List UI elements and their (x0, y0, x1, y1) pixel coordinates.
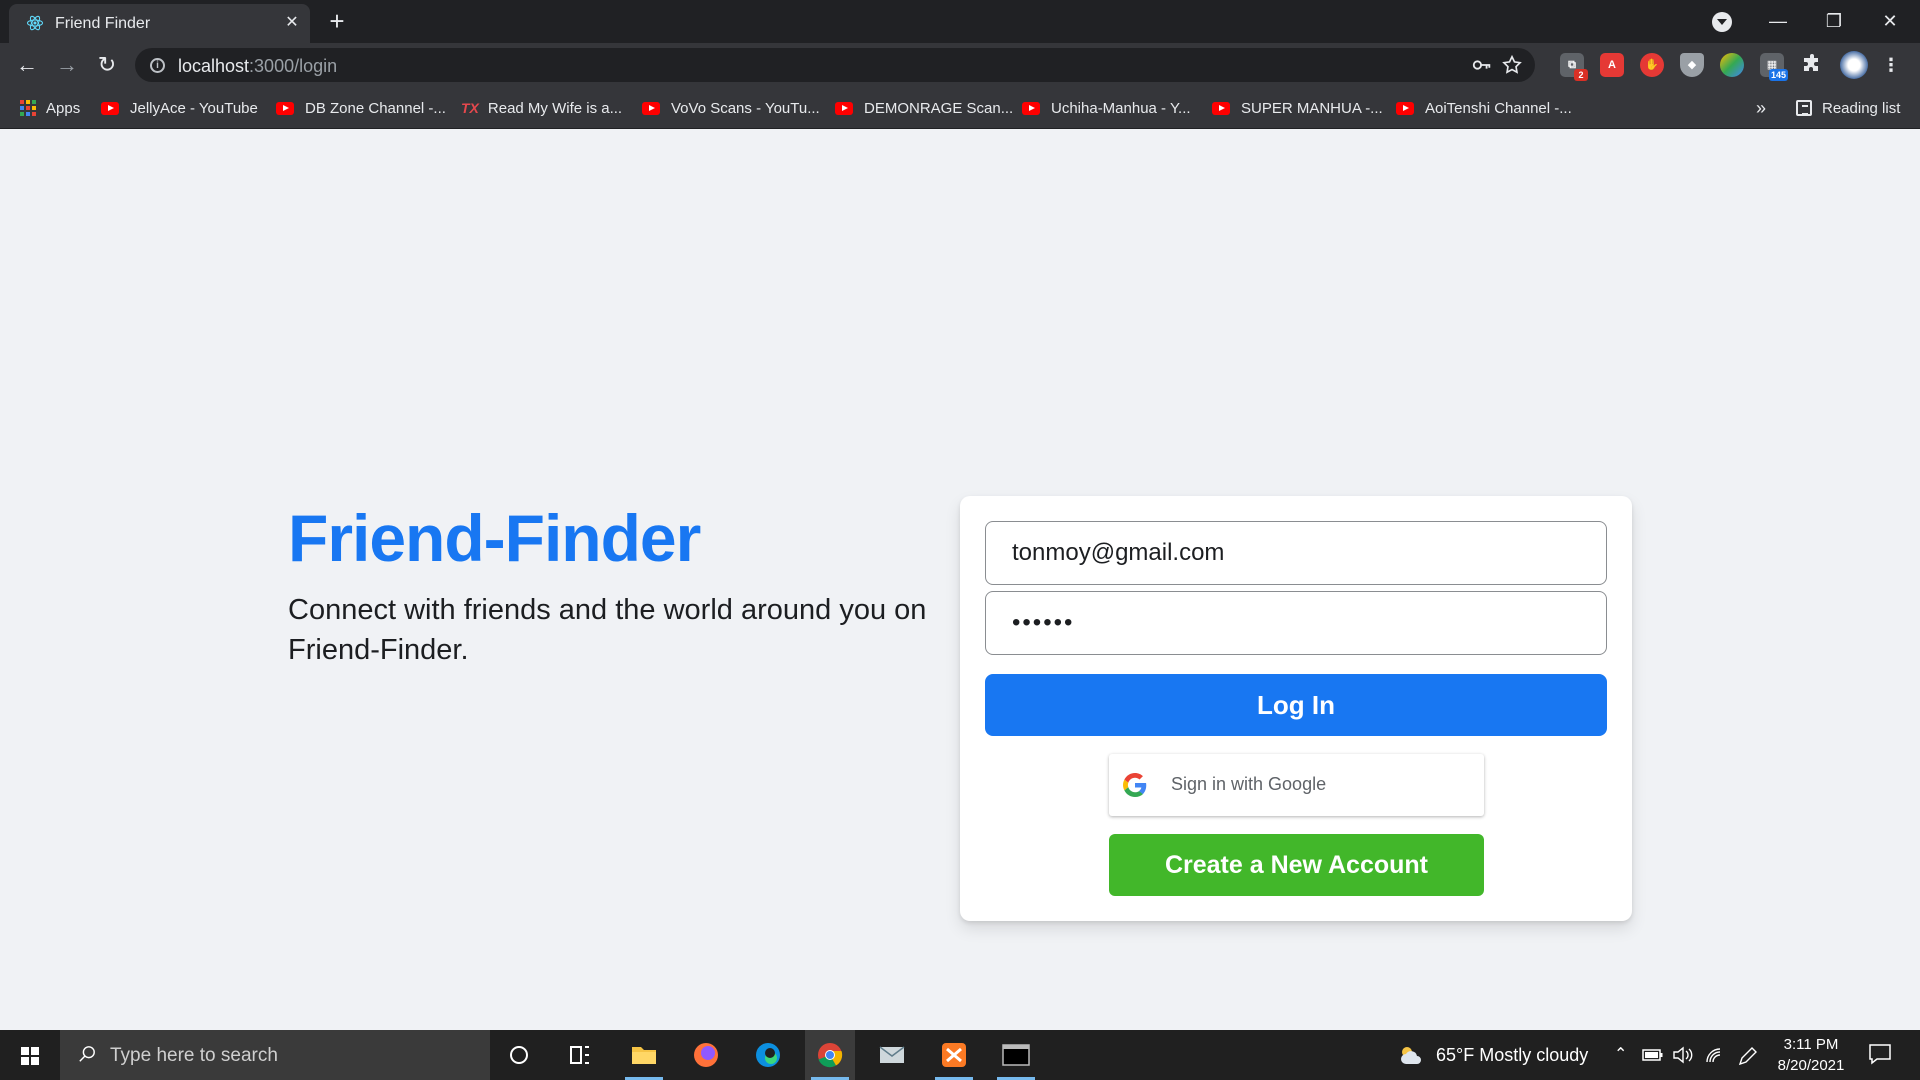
pen-icon[interactable] (1736, 1046, 1758, 1066)
bookmark-item[interactable]: DEMONRAGE Scan... (835, 97, 1013, 119)
colorful-ext-icon[interactable] (1720, 53, 1744, 77)
react-icon (26, 15, 44, 31)
extension-badge-icon[interactable]: ⧉ 2 (1560, 53, 1588, 81)
bookmark-item[interactable]: Uchiha-Manhua - Y... (1022, 97, 1191, 119)
browser-tab[interactable]: Friend Finder ✕ (9, 4, 310, 43)
youtube-icon (835, 101, 853, 115)
file-explorer-icon[interactable] (619, 1030, 669, 1080)
login-card: Log In Sign in with Google Create a New … (960, 496, 1632, 921)
url-text[interactable]: localhost:3000/login (178, 56, 337, 77)
bookmark-item[interactable]: AoiTenshi Channel -... (1396, 97, 1572, 119)
task-view-icon[interactable] (555, 1030, 605, 1080)
reading-list-label: Reading list (1822, 99, 1901, 117)
back-button[interactable]: ← (12, 50, 42, 80)
minimize-button[interactable]: — (1758, 6, 1798, 36)
wifi-icon[interactable] (1704, 1046, 1726, 1064)
bookmark-item[interactable]: JellyAce - YouTube (101, 97, 258, 119)
bookmark-label: Apps (46, 99, 81, 117)
bookmark-label: Uchiha-Manhua - Y... (1051, 99, 1191, 117)
xampp-icon[interactable] (929, 1030, 979, 1080)
tab-title: Friend Finder (55, 15, 151, 32)
bookmark-item[interactable]: DB Zone Channel -... (276, 97, 446, 119)
site-info-icon[interactable]: i (150, 58, 165, 73)
bookmark-label: JellyAce - YouTube (130, 99, 258, 117)
battery-icon[interactable] (1642, 1047, 1664, 1063)
clock-time: 3:11 PM (1783, 1036, 1839, 1053)
brand-title: Friend-Finder (288, 501, 701, 575)
cortana-icon[interactable] (494, 1030, 544, 1080)
bookmark-apps[interactable]: Apps (20, 97, 80, 119)
youtube-icon (1212, 101, 1230, 115)
adblock-icon[interactable]: ✋ (1640, 53, 1664, 77)
bookmarks-overflow-button[interactable]: » (1756, 97, 1766, 119)
forward-button[interactable]: → (52, 50, 82, 80)
mail-app-icon[interactable] (867, 1030, 917, 1080)
reading-list-button[interactable]: Reading list (1796, 97, 1900, 119)
browser-titlebar: Friend Finder ✕ + — ❐ ✕ (0, 0, 1920, 43)
reading-list-icon (1796, 100, 1812, 116)
login-button[interactable]: Log In (985, 674, 1607, 736)
restore-button[interactable]: ❐ (1814, 6, 1854, 36)
browser-toolbar: ← → ↻ i localhost:3000/login ⧉ 2 A ✋ ◆ ▦ 1… (0, 43, 1920, 87)
apps-grid-icon (20, 100, 36, 116)
page-content: Friend-Finder Connect with friends and t… (0, 129, 1920, 1029)
bookmark-label: SUPER MANHUA -... (1241, 99, 1383, 117)
edge-icon[interactable] (743, 1030, 793, 1080)
cloud-sun-icon (1401, 1047, 1421, 1064)
bookmark-item[interactable]: TX Read My Wife is a... (461, 97, 622, 119)
search-icon (79, 1046, 95, 1062)
google-signin-label: Sign in with Google (1171, 774, 1327, 794)
bookmark-label: Read My Wife is a... (487, 99, 623, 117)
password-field[interactable] (985, 591, 1607, 655)
email-field[interactable] (985, 521, 1607, 585)
chrome-icon[interactable] (805, 1030, 855, 1080)
youtube-icon (101, 101, 119, 115)
youtube-icon (1022, 101, 1040, 115)
google-icon (1123, 773, 1147, 797)
volume-icon[interactable] (1672, 1046, 1694, 1064)
close-tab-icon[interactable]: ✕ (281, 12, 303, 34)
create-account-button[interactable]: Create a New Account (1109, 834, 1484, 896)
taskbar: Type here to search 65°F Mostly cloudy ⌃ (0, 1030, 1920, 1080)
star-icon[interactable] (1501, 54, 1523, 76)
acrobat-icon[interactable]: A (1600, 53, 1624, 77)
bookmark-label: VoVo Scans - YouTu... (671, 99, 820, 117)
key-icon[interactable] (1471, 54, 1493, 76)
system-clock[interactable]: 3:11 PM 8/20/2021 (1768, 1034, 1854, 1076)
shield-icon[interactable]: ◆ (1680, 53, 1704, 77)
youtube-icon (642, 101, 660, 115)
search-placeholder: Type here to search (110, 1045, 278, 1066)
bookmark-item[interactable]: VoVo Scans - YouTu... (642, 97, 820, 119)
bookmarks-bar: Apps JellyAce - YouTube DB Zone Channel … (0, 87, 1920, 129)
tab-search-icon[interactable] (1712, 12, 1732, 32)
tagline: Connect with friends and the world aroun… (288, 594, 927, 666)
bookmark-label: DEMONRAGE Scan... (864, 99, 1014, 117)
calendar-ext-icon[interactable]: ▦ 145 (1760, 53, 1788, 81)
puzzle-icon[interactable] (1800, 53, 1824, 77)
tx-site-icon: TX (461, 100, 479, 116)
bookmark-item[interactable]: SUPER MANHUA -... (1212, 97, 1383, 119)
clock-date: 8/20/2021 (1777, 1057, 1845, 1074)
new-tab-button[interactable]: + (324, 8, 350, 35)
weather-widget[interactable]: 65°F Mostly cloudy (1398, 1044, 1588, 1066)
bookmark-label: AoiTenshi Channel -... (1425, 99, 1572, 117)
terminal-icon[interactable] (991, 1030, 1041, 1080)
bookmark-label: DB Zone Channel -... (305, 99, 446, 117)
address-bar[interactable]: i localhost:3000/login (135, 48, 1535, 82)
chevron-up-icon[interactable]: ⌃ (1614, 1044, 1627, 1064)
windows-icon (21, 1047, 39, 1065)
google-signin-button[interactable]: Sign in with Google (1109, 754, 1484, 816)
start-button[interactable] (0, 1030, 60, 1080)
youtube-icon (1396, 101, 1414, 115)
youtube-icon (276, 101, 294, 115)
firefox-icon[interactable] (681, 1030, 731, 1080)
menu-icon[interactable]: ⋮ (1882, 53, 1900, 77)
close-window-button[interactable]: ✕ (1870, 6, 1910, 36)
weather-text: 65°F Mostly cloudy (1436, 1044, 1589, 1065)
taskbar-search[interactable]: Type here to search (60, 1030, 490, 1080)
profile-avatar[interactable] (1840, 51, 1868, 79)
notification-icon[interactable] (1868, 1043, 1892, 1065)
reload-button[interactable]: ↻ (92, 50, 122, 80)
